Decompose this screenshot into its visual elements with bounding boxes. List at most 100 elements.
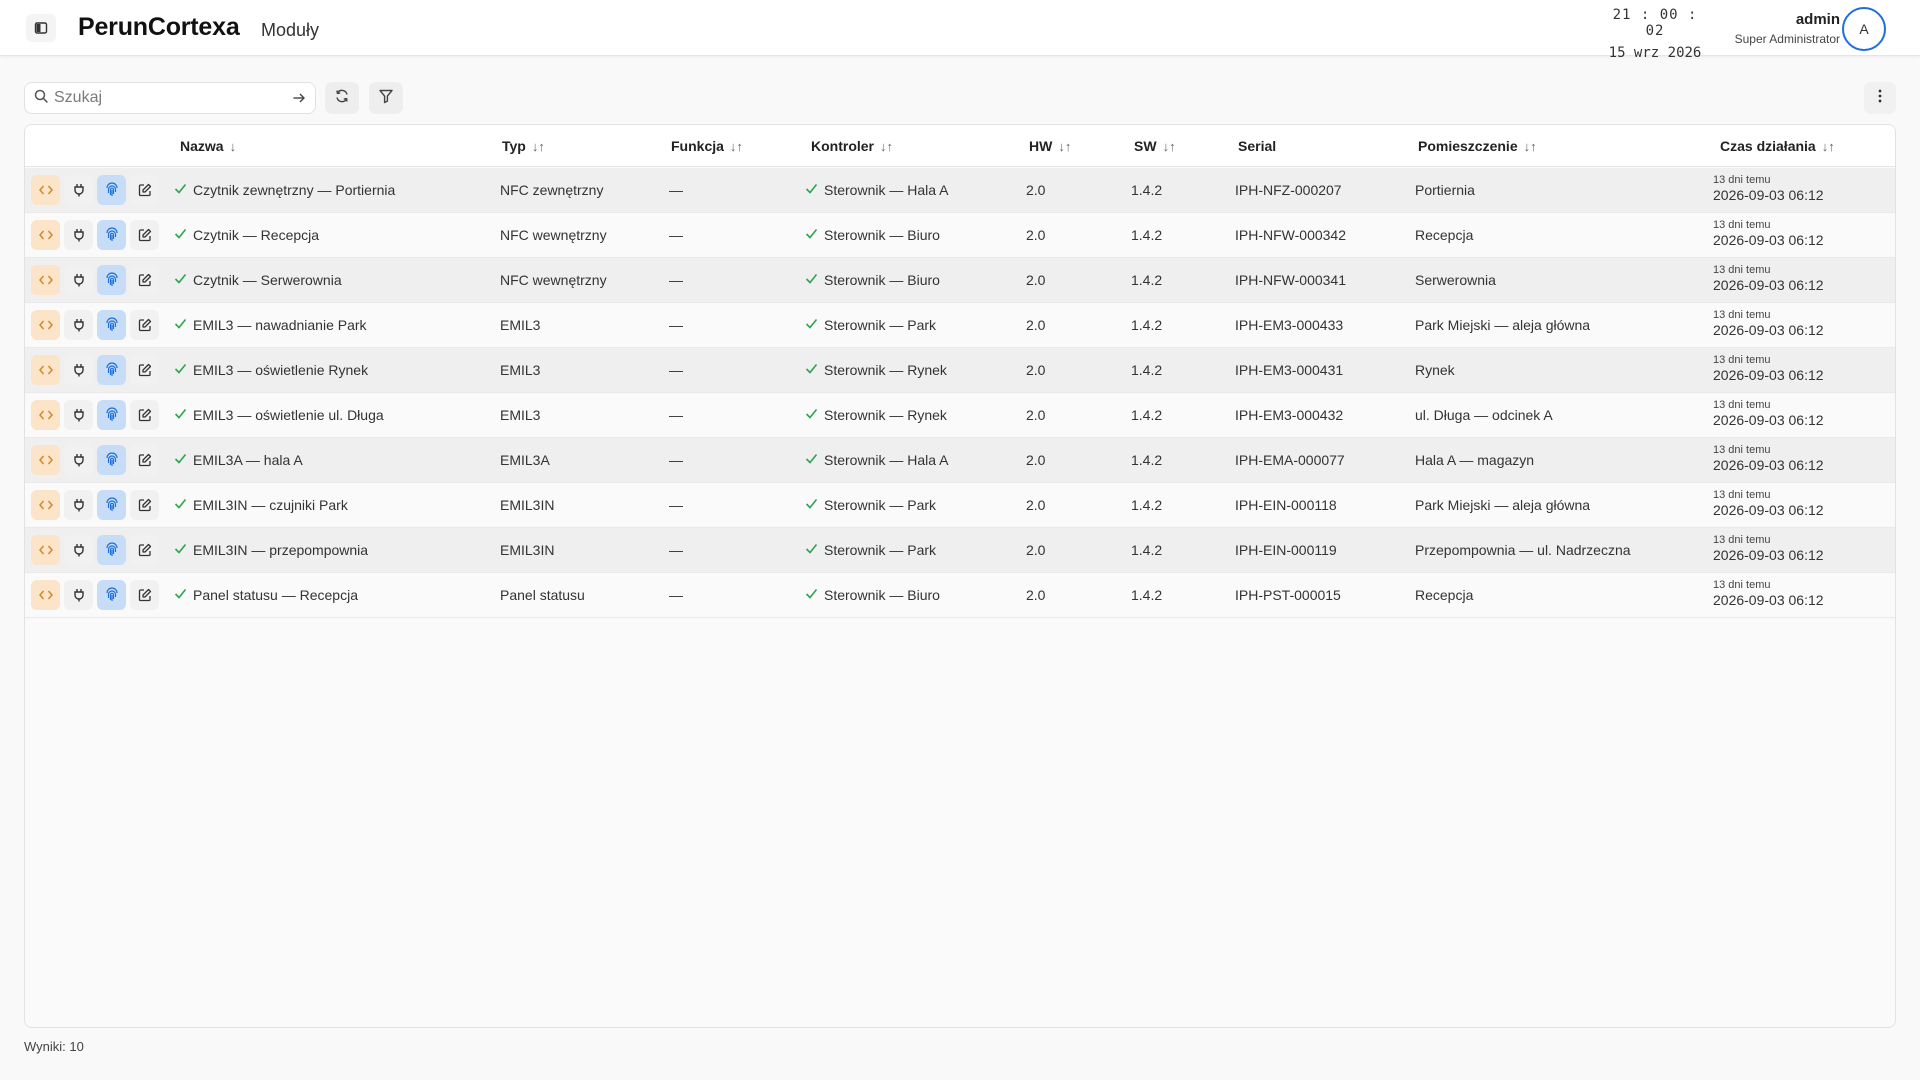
code-icon[interactable]	[31, 175, 60, 205]
edit-icon[interactable]	[130, 355, 159, 385]
fingerprint-icon[interactable]	[97, 220, 126, 250]
uptime-relative: 13 dni temu	[1713, 579, 1771, 591]
table-row[interactable]: Panel statusu — Recepcja Panel statusu — St…	[25, 573, 1895, 618]
uptime-absolute: 2026-09-03 06:12	[1713, 457, 1824, 473]
cell-uptime: 13 dni temu 2026-09-03 06:12	[1713, 534, 1824, 563]
uptime-absolute: 2026-09-03 06:12	[1713, 187, 1824, 203]
sort-icon: ↓↑	[1058, 138, 1072, 154]
cell-type: EMIL3	[500, 317, 541, 333]
edit-icon[interactable]	[130, 535, 159, 565]
col-header-function[interactable]: Funkcja ↓↑	[671, 138, 743, 154]
table-row[interactable]: EMIL3IN — przepompownia EMIL3IN — Sterownik…	[25, 528, 1895, 573]
fingerprint-icon[interactable]	[97, 400, 126, 430]
edit-icon[interactable]	[130, 265, 159, 295]
code-icon[interactable]	[31, 265, 60, 295]
table-row[interactable]: EMIL3IN — czujniki Park EMIL3IN — Sterownik…	[25, 483, 1895, 528]
code-icon[interactable]	[31, 580, 60, 610]
col-header-room[interactable]: Pomieszczenie ↓↑	[1418, 138, 1537, 154]
check-icon	[174, 182, 187, 198]
col-header-serial[interactable]: Serial	[1238, 138, 1276, 154]
check-icon	[174, 362, 187, 378]
fingerprint-icon[interactable]	[97, 355, 126, 385]
fingerprint-icon[interactable]	[97, 535, 126, 565]
table-row[interactable]: Czytnik — Recepcja NFC wewnętrzny — Sterown…	[25, 213, 1895, 258]
code-icon[interactable]	[31, 535, 60, 565]
code-icon[interactable]	[31, 310, 60, 340]
cell-room: Recepcja	[1415, 587, 1474, 603]
plug-icon[interactable]	[64, 355, 93, 385]
refresh-button[interactable]	[325, 82, 359, 114]
edit-icon[interactable]	[130, 400, 159, 430]
edit-icon[interactable]	[130, 175, 159, 205]
cell-controller: Sterownik — Rynek	[805, 362, 947, 378]
cell-name: EMIL3 — nawadnianie Park	[174, 317, 367, 333]
sort-icon: ↓↑	[1821, 138, 1835, 154]
more-options-button[interactable]	[1864, 82, 1896, 114]
cell-name: Czytnik — Serwerownia	[174, 272, 342, 288]
code-icon[interactable]	[31, 400, 60, 430]
cell-type: NFC wewnętrzny	[500, 227, 607, 243]
cell-sw: 1.4.2	[1131, 497, 1163, 513]
check-icon	[174, 587, 187, 603]
plug-icon[interactable]	[64, 265, 93, 295]
fingerprint-icon[interactable]	[97, 310, 126, 340]
table-row[interactable]: Czytnik zewnętrzny — Portiernia NFC zewnę…	[25, 168, 1895, 213]
plug-icon[interactable]	[64, 580, 93, 610]
cell-name: Czytnik — Recepcja	[174, 227, 319, 243]
col-header-controller[interactable]: Kontroler ↓↑	[811, 138, 893, 154]
fingerprint-icon[interactable]	[97, 175, 126, 205]
sort-icon: ↓↑	[1523, 138, 1537, 154]
uptime-relative: 13 dni temu	[1713, 309, 1771, 321]
check-icon	[805, 452, 818, 468]
table-row[interactable]: Czytnik — Serwerownia NFC wewnętrzny — Ster…	[25, 258, 1895, 303]
code-icon[interactable]	[31, 490, 60, 520]
check-icon	[805, 407, 818, 423]
fingerprint-icon[interactable]	[97, 265, 126, 295]
cell-uptime: 13 dni temu 2026-09-03 06:12	[1713, 354, 1824, 383]
cell-type: EMIL3	[500, 362, 541, 378]
cell-uptime: 13 dni temu 2026-09-03 06:12	[1713, 309, 1824, 338]
code-icon[interactable]	[31, 355, 60, 385]
table-row[interactable]: EMIL3A — hala A EMIL3A — Sterownik — Hala A…	[25, 438, 1895, 483]
edit-icon[interactable]	[130, 445, 159, 475]
edit-icon[interactable]	[130, 580, 159, 610]
cell-uptime: 13 dni temu 2026-09-03 06:12	[1713, 489, 1824, 518]
search-input[interactable]	[54, 89, 274, 107]
plug-icon[interactable]	[64, 220, 93, 250]
table-row[interactable]: EMIL3 — oświetlenie Rynek EMIL3 — Sterownik…	[25, 348, 1895, 393]
table-header: Nazwa ↓ Typ ↓↑ Funkcja ↓↑ Kontroler ↓↑ HW ↓↑ …	[25, 125, 1895, 167]
check-icon	[805, 182, 818, 198]
plug-icon[interactable]	[64, 535, 93, 565]
col-header-uptime[interactable]: Czas działania ↓↑	[1720, 138, 1835, 154]
plug-icon[interactable]	[64, 175, 93, 205]
table-row[interactable]: EMIL3 — nawadnianie Park EMIL3 — Sterownik …	[25, 303, 1895, 348]
filter-button[interactable]	[369, 82, 403, 114]
col-header-hw[interactable]: HW ↓↑	[1029, 138, 1071, 154]
cell-room: ul. Długa — odcinek A	[1415, 407, 1553, 423]
cell-sw: 1.4.2	[1131, 362, 1163, 378]
edit-icon[interactable]	[130, 220, 159, 250]
plug-icon[interactable]	[64, 490, 93, 520]
sidebar-toggle-icon[interactable]	[26, 14, 56, 42]
check-icon	[174, 317, 187, 333]
edit-icon[interactable]	[130, 310, 159, 340]
col-header-name[interactable]: Nazwa ↓	[180, 138, 236, 154]
plug-icon[interactable]	[64, 445, 93, 475]
avatar[interactable]: A	[1842, 7, 1886, 51]
col-header-type[interactable]: Typ ↓↑	[502, 138, 545, 154]
cell-serial: IPH-NFW-000341	[1235, 272, 1347, 288]
fingerprint-icon[interactable]	[97, 445, 126, 475]
plug-icon[interactable]	[64, 400, 93, 430]
edit-icon[interactable]	[130, 490, 159, 520]
page-title: Moduły	[261, 20, 320, 40]
search-submit-arrow-icon[interactable]	[291, 90, 307, 111]
table-row[interactable]: EMIL3 — oświetlenie ul. Długa EMIL3 — Stero…	[25, 393, 1895, 438]
code-icon[interactable]	[31, 445, 60, 475]
fingerprint-icon[interactable]	[97, 580, 126, 610]
row-actions	[31, 490, 159, 520]
code-icon[interactable]	[31, 220, 60, 250]
col-header-sw[interactable]: SW ↓↑	[1134, 138, 1176, 154]
fingerprint-icon[interactable]	[97, 490, 126, 520]
check-icon	[805, 227, 818, 243]
plug-icon[interactable]	[64, 310, 93, 340]
